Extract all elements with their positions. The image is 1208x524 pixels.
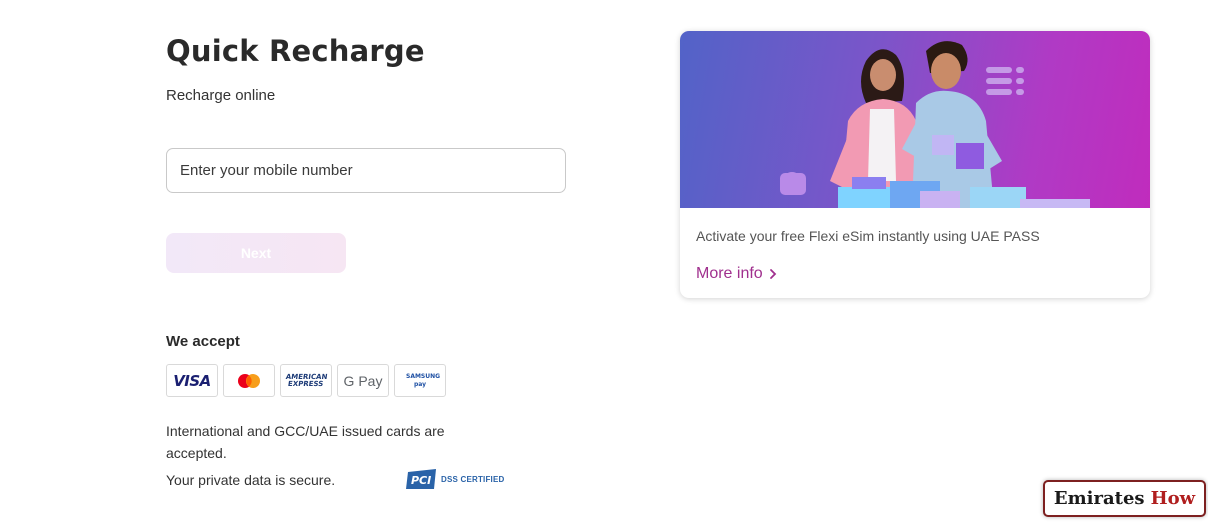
promo-banner-image <box>680 31 1150 208</box>
pci-logo-icon: PCI <box>406 469 436 489</box>
promo-illustration <box>780 41 1090 208</box>
chevron-right-icon <box>769 269 776 279</box>
menu-lines-icon <box>986 67 1024 95</box>
visa-icon: VISA <box>166 364 218 397</box>
samsung-pay-icon: SAMSUNG pay <box>394 364 446 397</box>
next-button[interactable]: Next <box>166 233 346 273</box>
watermark-logo: Emirates How <box>1043 480 1206 517</box>
svg-text:PCI: PCI <box>411 474 431 487</box>
pci-dss-badge: PCI DSS CERTIFIED <box>406 468 505 490</box>
payment-methods: VISA AMERICAN EXPRESS G Pay SAMSUNG pay <box>166 364 446 397</box>
pci-dss-label: DSS CERTIFIED <box>441 474 505 484</box>
google-pay-icon: G Pay <box>337 364 389 397</box>
mastercard-icon <box>223 364 275 397</box>
promo-description: Activate your free Flexi eSim instantly … <box>696 228 1040 244</box>
amex-icon: AMERICAN EXPRESS <box>280 364 332 397</box>
cards-accepted-note: International and GCC/UAE issued cards a… <box>166 423 445 461</box>
mobile-number-input[interactable] <box>166 148 566 193</box>
secure-data-note: Your private data is secure. <box>166 472 336 488</box>
promo-card: Activate your free Flexi eSim instantly … <box>680 31 1150 298</box>
more-info-label: More info <box>696 265 763 282</box>
more-info-link[interactable]: More info <box>696 265 777 283</box>
we-accept-heading: We accept <box>166 333 240 350</box>
watermark-part1: Emirates <box>1053 488 1145 509</box>
watermark-part2: How <box>1150 488 1196 509</box>
page-title: Quick Recharge <box>166 34 425 68</box>
page-subtitle: Recharge online <box>166 87 276 104</box>
